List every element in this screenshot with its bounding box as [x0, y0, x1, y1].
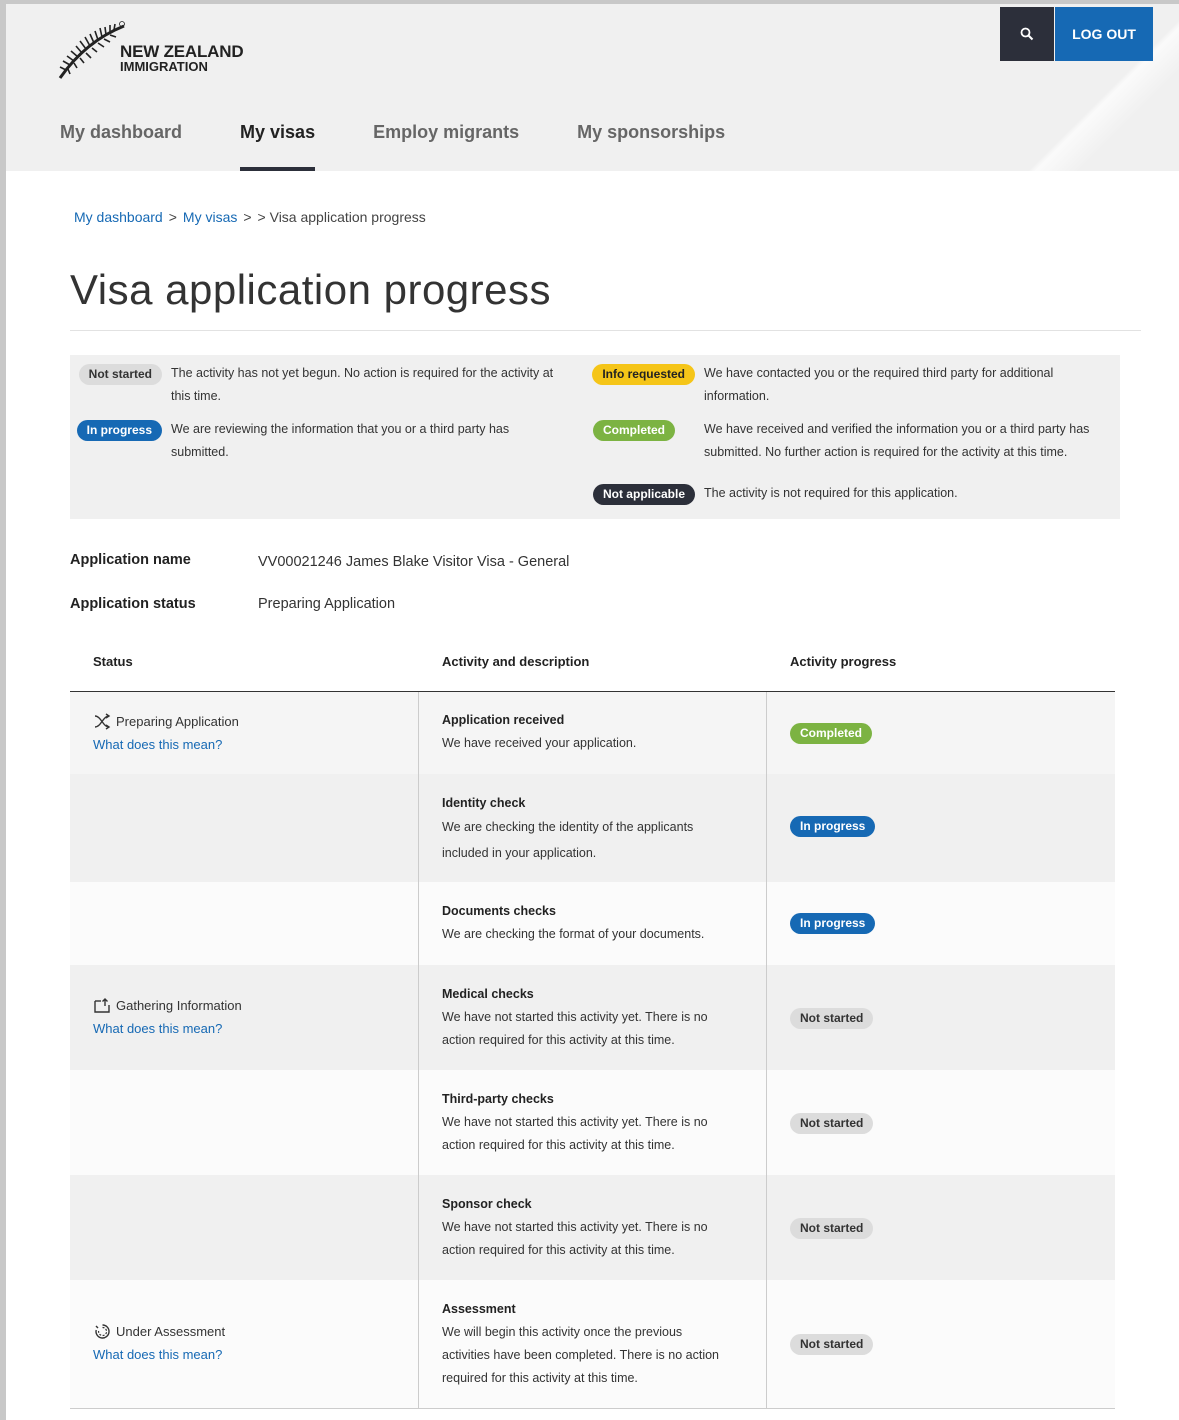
activity-desc: action required for this activity at thi… — [442, 1033, 675, 1047]
search-icon — [1020, 27, 1034, 41]
table-row: Gathering Information What does this mea… — [70, 965, 1115, 1070]
legend-desc: The activity has not yet begun. No actio… — [171, 366, 554, 380]
table-row: Identity check We are checking the ident… — [70, 774, 1115, 882]
table-row: Under Assessment What does this mean? As… — [70, 1280, 1115, 1408]
breadcrumb-separator: > — [243, 209, 252, 225]
status-badge: Not started — [78, 364, 162, 385]
nav-my-dashboard[interactable]: My dashboard — [60, 122, 182, 171]
table-bottom-border — [70, 1408, 1115, 1409]
nav-my-visas[interactable]: My visas — [240, 122, 316, 171]
status-label: Gathering Information — [93, 994, 242, 1017]
activity-desc: activities have been completed. There is… — [442, 1348, 720, 1362]
what-does-this-mean-link[interactable]: What does this mean? — [93, 1343, 225, 1366]
status-text: Preparing Application — [116, 714, 239, 729]
status-label: Under Assessment — [93, 1320, 225, 1343]
status-badge: Completed — [592, 420, 675, 441]
status-text: Under Assessment — [116, 1324, 226, 1339]
progress-badge: In progress — [790, 816, 876, 837]
shuffle-icon — [94, 713, 111, 730]
legend-desc: submitted. No further action is required… — [704, 445, 1068, 459]
table-row: Preparing Application What does this mea… — [70, 692, 1115, 774]
activity-desc: We have received your application. — [442, 736, 637, 750]
status-label: Preparing Application — [93, 710, 239, 733]
logout-button[interactable]: LOG OUT — [1055, 7, 1153, 61]
activity-title: Medical checks — [442, 987, 534, 1001]
status-badge: Not applicable — [592, 484, 695, 505]
breadcrumb-my-visas[interactable]: My visas — [183, 209, 237, 225]
silver-fern-icon — [58, 21, 125, 79]
legend-item-in-progress: In progress We are reviewing the informa… — [76, 418, 589, 464]
column-header-activity: Activity and description — [442, 654, 590, 669]
table-header: Status Activity and description Activity… — [70, 652, 1115, 692]
page-title: Visa application progress — [70, 266, 552, 313]
activity-title: Identity check — [442, 796, 526, 810]
main-nav: My dashboard My visas Employ migrants My… — [60, 122, 783, 171]
legend-desc: this time. — [171, 389, 222, 403]
status-badge: Info requested — [592, 364, 695, 385]
what-does-this-mean-link[interactable]: What does this mean? — [93, 733, 239, 756]
activity-title: Documents checks — [442, 904, 556, 918]
site-header: NEW ZEALAND IMMIGRATION LOG OUT My dashb… — [6, 4, 1179, 171]
activity-desc: We have not started this activity yet. T… — [442, 1010, 708, 1024]
breadcrumb-current: > Visa application progress — [257, 209, 426, 225]
status-legend: Not started The activity has not yet beg… — [70, 355, 1120, 519]
table-row: Sponsor check We have not started this a… — [70, 1175, 1115, 1280]
nav-my-sponsorships[interactable]: My sponsorships — [577, 122, 725, 171]
activity-desc: We are checking the identity of the appl… — [442, 820, 694, 834]
table-row: Third-party checks We have not started t… — [70, 1070, 1115, 1175]
activity-desc: We have not started this activity yet. T… — [442, 1220, 708, 1234]
breadcrumb-separator: > — [168, 209, 177, 225]
what-does-this-mean-link[interactable]: What does this mean? — [93, 1017, 242, 1040]
title-divider — [70, 330, 1141, 331]
activity-desc: We are checking the format of your docum… — [442, 927, 705, 941]
activity-desc: action required for this activity at thi… — [442, 1138, 675, 1152]
search-button[interactable] — [1000, 7, 1054, 61]
progress-badge: Completed — [790, 723, 873, 744]
nz-immigration-logo[interactable]: NEW ZEALAND IMMIGRATION — [56, 20, 244, 80]
progress-badge: Not started — [790, 1218, 874, 1239]
activity-title: Assessment — [442, 1302, 516, 1316]
logo-text: NEW ZEALAND IMMIGRATION — [120, 42, 244, 74]
legend-item-info-requested: Info requested We have contacted you or … — [592, 362, 1120, 408]
activity-desc: We will begin this activity once the pre… — [442, 1325, 683, 1339]
legend-desc: We are reviewing the information that yo… — [171, 422, 510, 436]
logo-line-2: IMMIGRATION — [120, 59, 208, 74]
status-badge: In progress — [76, 420, 162, 441]
application-name-value: VV00021246 James Blake Visitor Visa - Ge… — [258, 554, 570, 570]
legend-desc: information. — [704, 389, 770, 403]
status-text: Gathering Information — [116, 998, 242, 1013]
column-header-status: Status — [93, 654, 133, 669]
activity-title: Third-party checks — [442, 1092, 554, 1106]
logo-line-1: NEW ZEALAND — [120, 42, 244, 61]
activity-desc: included in your application. — [442, 846, 597, 860]
application-name-label: Application name — [70, 552, 191, 568]
legend-item-not-started: Not started The activity has not yet beg… — [78, 362, 589, 408]
legend-desc: We have received and verified the inform… — [704, 422, 1090, 436]
activity-title: Application received — [442, 713, 565, 727]
progress-badge: Not started — [790, 1334, 874, 1355]
nav-employ-migrants[interactable]: Employ migrants — [373, 122, 519, 171]
activity-title: Sponsor check — [442, 1197, 532, 1211]
activity-desc: action required for this activity at thi… — [442, 1243, 675, 1257]
progress-badge: Not started — [790, 1008, 874, 1029]
table-row: Documents checks We are checking the for… — [70, 882, 1115, 965]
breadcrumb: My dashboard > My visas > > Visa applica… — [74, 209, 426, 225]
progress-badge: Not started — [790, 1113, 874, 1134]
legend-item-not-applicable: Not applicable The activity is not requi… — [592, 482, 1120, 505]
legend-desc: The activity is not required for this ap… — [704, 486, 958, 500]
application-status-label: Application status — [70, 596, 196, 612]
legend-item-completed: Completed We have received and verified … — [592, 418, 1120, 464]
activity-desc: required for this activity at this time. — [442, 1371, 638, 1385]
application-status-value: Preparing Application — [258, 596, 396, 612]
assessment-icon — [95, 1324, 110, 1339]
folder-upload-icon — [94, 998, 110, 1013]
activity-desc: We have not started this activity yet. T… — [442, 1115, 708, 1129]
column-header-progress: Activity progress — [790, 654, 897, 669]
legend-desc: submitted. — [171, 445, 229, 459]
progress-badge: In progress — [790, 913, 876, 934]
legend-desc: We have contacted you or the required th… — [704, 366, 1054, 380]
breadcrumb-my-dashboard[interactable]: My dashboard — [74, 209, 163, 225]
